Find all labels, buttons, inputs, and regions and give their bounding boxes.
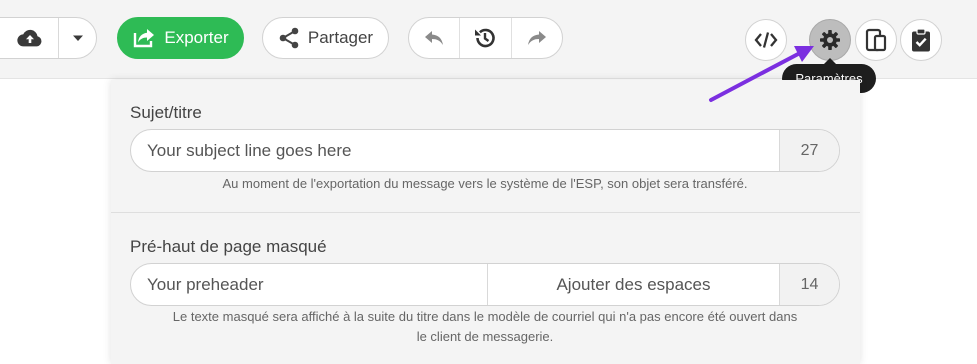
subject-label: Sujet/titre — [130, 103, 202, 122]
mobile-preview-icon — [865, 28, 887, 52]
undo-icon — [425, 31, 444, 45]
subject-section: Sujet/titre Your subject line goes here … — [111, 80, 860, 213]
history-button-group — [408, 17, 563, 59]
export-label: Exporter — [164, 28, 229, 47]
preheader-help-line-2: le client de messagerie. — [416, 329, 554, 344]
checklist-button[interactable] — [900, 19, 942, 61]
preheader-input[interactable]: Your preheader — [131, 264, 487, 305]
history-icon — [475, 28, 496, 48]
subject-help-text: Au moment de l'exportation du message ve… — [222, 176, 748, 191]
redo-icon — [527, 31, 546, 45]
share-nodes-icon — [279, 27, 299, 49]
redo-button[interactable] — [510, 18, 562, 58]
undo-button[interactable] — [409, 18, 459, 58]
code-view-button[interactable] — [745, 19, 787, 61]
share-box-icon — [134, 29, 155, 48]
code-icon — [754, 32, 778, 48]
add-spaces-button[interactable]: Ajouter des espaces — [487, 264, 779, 305]
share-button[interactable]: Partager — [262, 17, 389, 59]
preheader-field: Your preheader Ajouter des espaces 14 — [130, 263, 840, 306]
upload-button-group — [0, 17, 97, 59]
settings-panel: Sujet/titre Your subject line goes here … — [111, 80, 860, 364]
preheader-label: Pré-haut de page masqué — [130, 237, 327, 256]
history-button[interactable] — [459, 18, 510, 58]
share-label: Partager — [307, 28, 374, 47]
subject-field: Your subject line goes here 27 — [130, 129, 840, 172]
caret-down-icon — [72, 35, 83, 41]
mobile-preview-button[interactable] — [855, 19, 897, 61]
gear-icon — [820, 30, 840, 50]
settings-button[interactable] — [809, 19, 851, 61]
clipboard-check-icon — [912, 28, 930, 52]
export-button[interactable]: Exporter — [117, 17, 244, 59]
cloud-upload-icon — [16, 29, 41, 47]
upload-button[interactable] — [0, 18, 59, 58]
preheader-help-line-1: Le texte masqué sera affiché à la suite … — [172, 309, 798, 324]
subject-input[interactable]: Your subject line goes here — [131, 130, 779, 171]
preheader-help-text: Le texte masqué sera affiché à la suite … — [130, 307, 840, 347]
upload-dropdown-button[interactable] — [59, 18, 96, 58]
subject-char-count: 27 — [779, 130, 839, 171]
preheader-section: Pré-haut de page masqué Your preheader A… — [111, 213, 860, 364]
preheader-char-count: 14 — [779, 264, 839, 305]
